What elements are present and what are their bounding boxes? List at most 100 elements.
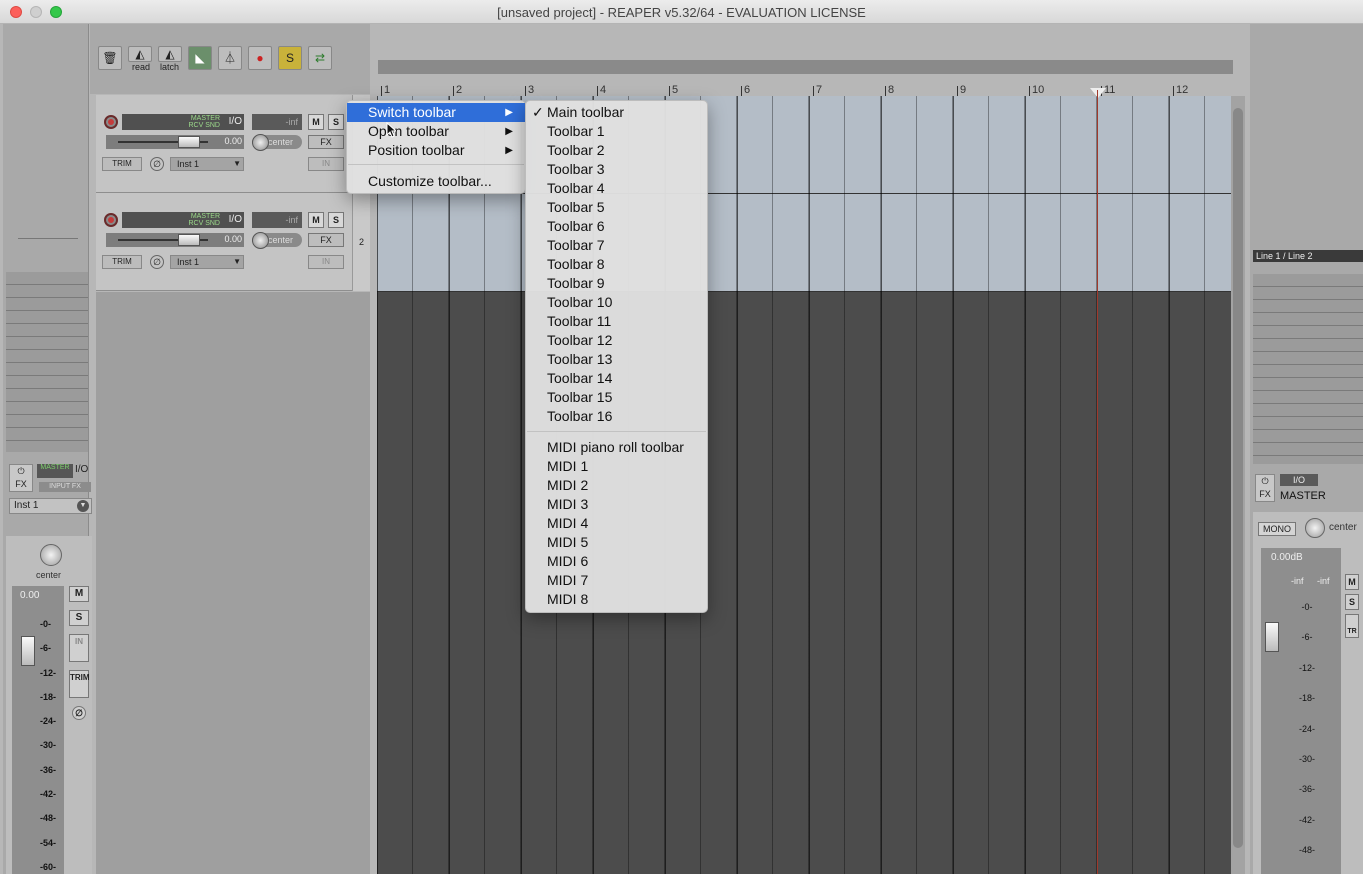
mute-button[interactable]: M bbox=[1345, 574, 1359, 590]
menu-item-toolbar[interactable]: Toolbar 3 bbox=[526, 160, 707, 179]
master-volume-fader[interactable] bbox=[1265, 622, 1279, 652]
ruler-mark: 2 bbox=[456, 84, 463, 96]
menu-item-midi-toolbar[interactable]: MIDI 7 bbox=[526, 571, 707, 590]
pan-knob[interactable]: center bbox=[252, 134, 302, 151]
menu-item-midi-toolbar[interactable]: MIDI 1 bbox=[526, 457, 707, 476]
track-name-field[interactable]: MASTER RCV SND I/O bbox=[122, 212, 244, 228]
trash-icon[interactable]: 🗑 bbox=[98, 46, 122, 70]
automation-read-icon[interactable]: ◭ bbox=[128, 46, 152, 62]
mute-button[interactable]: M bbox=[308, 114, 324, 130]
fx-button[interactable]: ⏻ FX bbox=[1255, 474, 1275, 502]
phase-icon[interactable]: ∅ bbox=[72, 706, 86, 720]
track-panel-1[interactable]: MASTER RCV SND I/O -inf M S 0.00 center F… bbox=[96, 95, 352, 193]
input-fx-button[interactable]: INPUT FX bbox=[39, 482, 91, 492]
scale-mark: -54- bbox=[40, 837, 57, 848]
volume-fader[interactable]: 0.00 bbox=[106, 135, 244, 149]
pan-knob[interactable] bbox=[1305, 518, 1325, 538]
volume-fader[interactable] bbox=[21, 636, 35, 666]
menu-item-toolbar[interactable]: Toolbar 9 bbox=[526, 274, 707, 293]
menu-item-toolbar[interactable]: Toolbar 5 bbox=[526, 198, 707, 217]
ruler-tick bbox=[453, 86, 454, 96]
solo-button[interactable]: S bbox=[328, 212, 344, 228]
io-button[interactable]: I/O bbox=[229, 116, 242, 127]
track-panel-2[interactable]: MASTER RCV SND I/O -inf M S 0.00 center F… bbox=[96, 193, 352, 291]
play-cursor-marker[interactable] bbox=[1090, 88, 1106, 98]
menu-item-midi-toolbar[interactable]: MIDI 2 bbox=[526, 476, 707, 495]
record-icon[interactable]: ● bbox=[248, 46, 272, 70]
ruler-tick bbox=[669, 86, 670, 96]
master-send-label[interactable]: MASTER bbox=[37, 464, 73, 478]
track-panel-empty-area[interactable] bbox=[96, 292, 370, 874]
mute-button[interactable]: M bbox=[69, 586, 89, 602]
fx-button[interactable]: FX bbox=[308, 233, 344, 247]
io-button[interactable]: I/O bbox=[229, 214, 242, 225]
mute-button[interactable]: M bbox=[308, 212, 324, 228]
trim-button[interactable]: TRIM bbox=[102, 255, 142, 269]
scrollbar-thumb[interactable] bbox=[1233, 108, 1243, 848]
menu-item-toolbar[interactable]: Toolbar 8 bbox=[526, 255, 707, 274]
record-arm-button[interactable] bbox=[104, 213, 118, 227]
scale-mark: -30- bbox=[1299, 754, 1316, 765]
solo-button[interactable]: S bbox=[69, 610, 89, 626]
menu-item-midi-toolbar[interactable]: MIDI 5 bbox=[526, 533, 707, 552]
io-button[interactable]: I/O bbox=[1280, 474, 1318, 486]
phase-icon[interactable]: ∅ bbox=[150, 157, 164, 171]
volume-fader[interactable]: 0.00 bbox=[106, 233, 244, 247]
menu-item-toolbar[interactable]: Toolbar 15 bbox=[526, 388, 707, 407]
input-meter bbox=[6, 272, 88, 452]
phase-icon[interactable]: ∅ bbox=[150, 255, 164, 269]
read-label: read bbox=[132, 62, 151, 72]
menu-item-toolbar[interactable]: ✓ Main toolbar bbox=[526, 103, 707, 122]
menu-item-switch-toolbar[interactable]: Switch toolbar ▶ bbox=[347, 103, 525, 122]
menu-item-toolbar[interactable]: Toolbar 13 bbox=[526, 350, 707, 369]
menu-item-toolbar[interactable]: Toolbar 6 bbox=[526, 217, 707, 236]
menu-item-toolbar[interactable]: Toolbar 4 bbox=[526, 179, 707, 198]
input-select[interactable]: Inst 1 ▼ bbox=[170, 157, 244, 171]
mono-button[interactable]: MONO bbox=[1258, 522, 1296, 536]
solo-icon[interactable]: S bbox=[278, 46, 302, 70]
snap-icon[interactable]: ◣ bbox=[188, 46, 212, 70]
menu-item-toolbar[interactable]: Toolbar 2 bbox=[526, 141, 707, 160]
menu-item-customize-toolbar[interactable]: Customize toolbar... bbox=[347, 172, 525, 191]
track-name-field[interactable]: MASTER RCV SND I/O bbox=[122, 114, 244, 130]
fx-button[interactable]: FX bbox=[308, 135, 344, 149]
menu-item-midi-toolbar[interactable]: MIDI 6 bbox=[526, 552, 707, 571]
input-monitor-button[interactable]: IN bbox=[308, 157, 344, 171]
trim-button[interactable]: TR bbox=[1345, 614, 1359, 638]
menu-item-midi-toolbar[interactable]: MIDI 4 bbox=[526, 514, 707, 533]
record-arm-button[interactable] bbox=[104, 115, 118, 129]
menu-item-toolbar[interactable]: Toolbar 12 bbox=[526, 331, 707, 350]
pan-knob[interactable] bbox=[40, 544, 62, 566]
menu-item-toolbar[interactable]: Toolbar 14 bbox=[526, 369, 707, 388]
grid-icon[interactable]: ⇄ bbox=[308, 46, 332, 70]
solo-button[interactable]: S bbox=[328, 114, 344, 130]
scale-mark: -48- bbox=[40, 813, 57, 824]
input-select[interactable]: Inst 1 ▼ bbox=[170, 255, 244, 269]
input-monitor-button[interactable]: IN bbox=[308, 255, 344, 269]
menu-item-toolbar[interactable]: Toolbar 7 bbox=[526, 236, 707, 255]
menu-item-midi-toolbar[interactable]: MIDI 8 bbox=[526, 590, 707, 609]
menu-item-open-toolbar[interactable]: Open toolbar ▶ bbox=[347, 122, 525, 141]
ruler-mark: 5 bbox=[672, 84, 679, 96]
menu-item-toolbar[interactable]: Toolbar 11 bbox=[526, 312, 707, 331]
pan-knob[interactable]: center bbox=[252, 232, 302, 249]
menu-item-toolbar[interactable]: Toolbar 1 bbox=[526, 122, 707, 141]
menu-item-toolbar[interactable]: Toolbar 16 bbox=[526, 407, 707, 426]
io-button[interactable]: I/O bbox=[75, 464, 88, 475]
metronome-icon[interactable]: ⏃ bbox=[218, 46, 242, 70]
loop-region-bar[interactable] bbox=[378, 60, 1233, 74]
menu-item-toolbar[interactable]: Toolbar 10 bbox=[526, 293, 707, 312]
volume-meter bbox=[12, 586, 64, 874]
solo-button[interactable]: S bbox=[1345, 594, 1359, 610]
menu-item-midi-toolbar[interactable]: MIDI 3 bbox=[526, 495, 707, 514]
menu-item-position-toolbar[interactable]: Position toolbar ▶ bbox=[347, 141, 525, 160]
input-button[interactable]: IN bbox=[69, 634, 89, 662]
automation-latch-icon[interactable]: ◭ bbox=[158, 46, 182, 62]
trim-button[interactable]: TRIM bbox=[102, 157, 142, 171]
fx-button[interactable]: ⏻ FX bbox=[9, 464, 33, 492]
vertical-scrollbar[interactable] bbox=[1231, 96, 1245, 874]
trim-button[interactable]: TRIM bbox=[69, 670, 90, 698]
menu-item-midi-toolbar[interactable]: MIDI piano roll toolbar bbox=[526, 438, 707, 457]
input-select[interactable]: Inst 1 ▼ bbox=[9, 498, 92, 514]
toolbar-context-menu: Switch toolbar ▶ Open toolbar ▶ Position t… bbox=[346, 100, 526, 194]
